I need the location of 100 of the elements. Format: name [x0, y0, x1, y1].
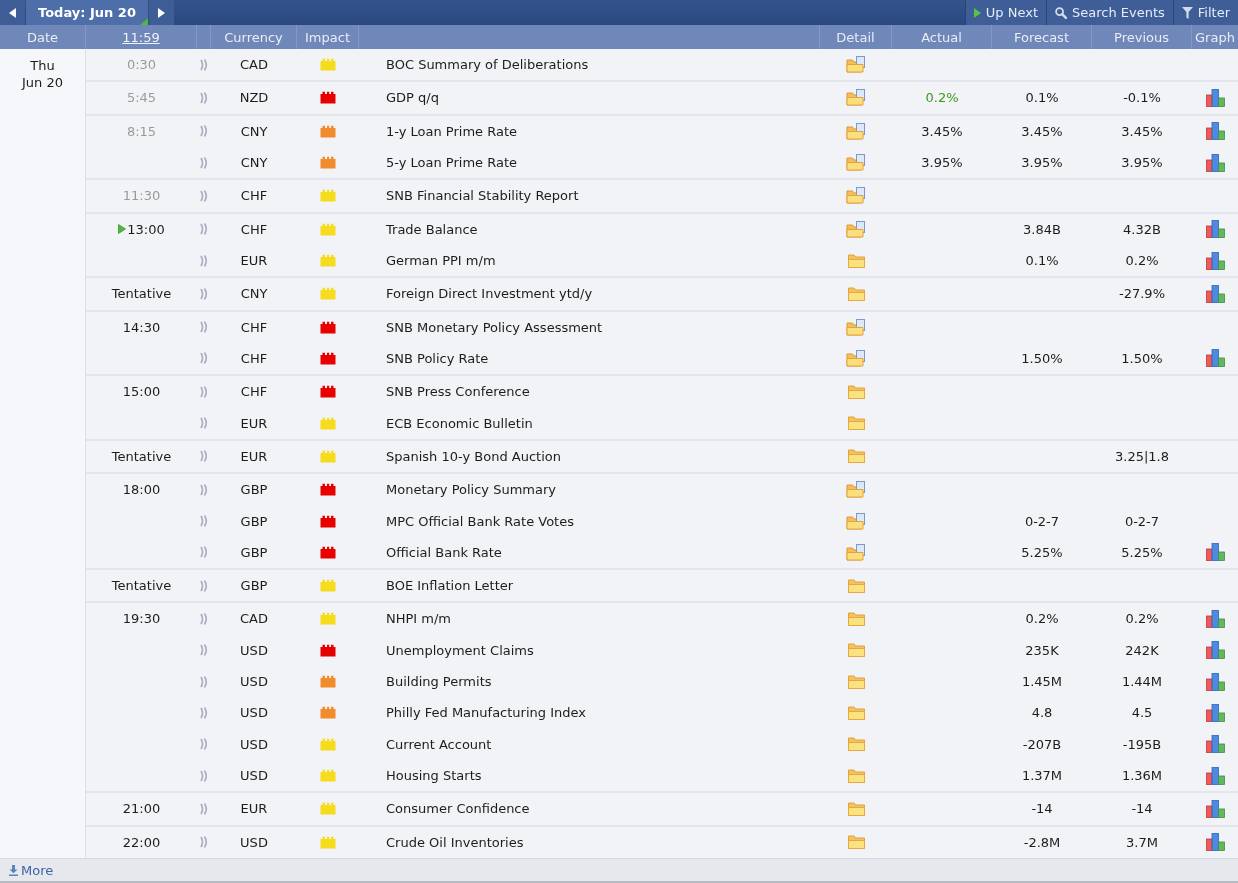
folder-with-page-icon[interactable]: [846, 220, 866, 238]
event-title: GDP q/q: [386, 90, 439, 106]
bar-chart-icon[interactable]: [1205, 641, 1225, 660]
crenellated-block-icon[interactable]: [320, 545, 336, 559]
crenellated-block-icon[interactable]: [320, 706, 336, 720]
sound-wave-icon[interactable]: [200, 91, 208, 104]
currency-code: CNY: [240, 286, 268, 302]
folder-with-page-icon[interactable]: [846, 122, 866, 140]
sound-wave-icon[interactable]: [200, 546, 208, 559]
folder-with-page-icon[interactable]: [846, 543, 866, 561]
folder-with-page-icon[interactable]: [846, 318, 866, 336]
folder-icon[interactable]: [847, 253, 865, 268]
sound-wave-icon[interactable]: [200, 579, 208, 592]
bar-chart-icon[interactable]: [1205, 833, 1225, 852]
sound-wave-icon[interactable]: [200, 836, 208, 849]
folder-icon[interactable]: [847, 674, 865, 689]
bar-chart-icon[interactable]: [1205, 799, 1225, 818]
sound-wave-icon[interactable]: [200, 515, 208, 528]
folder-icon[interactable]: [847, 578, 865, 593]
folder-icon[interactable]: [847, 416, 865, 431]
sound-wave-icon[interactable]: [200, 287, 208, 300]
bar-chart-icon[interactable]: [1205, 349, 1225, 368]
crenellated-block-icon[interactable]: [320, 124, 336, 138]
crenellated-block-icon[interactable]: [320, 91, 336, 105]
previous-day-button[interactable]: [0, 0, 25, 25]
sound-wave-icon[interactable]: [200, 450, 208, 463]
crenellated-block-icon[interactable]: [320, 156, 336, 170]
folder-icon[interactable]: [847, 643, 865, 658]
event-title: BOE Inflation Letter: [386, 578, 514, 594]
currency-code: USD: [240, 834, 268, 850]
folder-icon[interactable]: [847, 286, 865, 301]
search-events-button[interactable]: Search Events: [1046, 0, 1173, 25]
previous-value: -14: [1131, 801, 1153, 817]
currency-code: GBP: [240, 482, 268, 498]
sound-wave-icon[interactable]: [200, 189, 208, 202]
more-link[interactable]: More: [9, 862, 54, 878]
folder-with-page-icon[interactable]: [846, 154, 866, 172]
sound-wave-icon[interactable]: [200, 644, 208, 657]
sound-wave-icon[interactable]: [200, 156, 208, 169]
crenellated-block-icon[interactable]: [320, 514, 336, 528]
currency-code: EUR: [240, 415, 268, 431]
previous-value: 3.25|1.8: [1115, 448, 1169, 464]
bar-chart-icon[interactable]: [1205, 153, 1225, 172]
crenellated-block-icon[interactable]: [320, 675, 336, 689]
sound-wave-icon[interactable]: [200, 254, 208, 267]
bar-chart-icon[interactable]: [1205, 284, 1225, 303]
forecast-value: -14: [1031, 801, 1053, 817]
crenellated-block-icon[interactable]: [320, 643, 336, 657]
folder-icon[interactable]: [847, 801, 865, 816]
date-tab[interactable]: Today: Jun 20: [26, 0, 148, 25]
previous-value: 1.50%: [1121, 350, 1163, 366]
folder-with-page-icon[interactable]: [846, 56, 866, 74]
sound-wave-icon[interactable]: [200, 352, 208, 365]
bar-chart-icon[interactable]: [1205, 543, 1225, 562]
bar-chart-icon[interactable]: [1205, 122, 1225, 141]
sound-wave-icon[interactable]: [200, 612, 208, 625]
sound-wave-icon[interactable]: [200, 706, 208, 719]
sound-wave-icon[interactable]: [200, 483, 208, 496]
folder-with-page-icon[interactable]: [846, 89, 866, 107]
folder-icon[interactable]: [847, 737, 865, 752]
sound-wave-icon[interactable]: [200, 802, 208, 815]
sound-wave-icon[interactable]: [200, 385, 208, 398]
folder-icon[interactable]: [847, 449, 865, 464]
folder-icon[interactable]: [847, 384, 865, 399]
crenellated-block-icon[interactable]: [320, 483, 336, 497]
sound-wave-icon[interactable]: [200, 738, 208, 751]
folder-icon[interactable]: [847, 768, 865, 783]
filter-button[interactable]: Filter: [1172, 0, 1238, 25]
bar-chart-icon[interactable]: [1205, 766, 1225, 785]
current-time-link[interactable]: 11:59: [122, 29, 160, 45]
crenellated-block-icon[interactable]: [320, 385, 336, 399]
sound-wave-icon[interactable]: [200, 675, 208, 688]
sound-wave-icon[interactable]: [200, 58, 208, 71]
previous-value: 4.5: [1131, 705, 1153, 721]
bar-chart-icon[interactable]: [1205, 88, 1225, 107]
bar-chart-icon[interactable]: [1205, 735, 1225, 754]
crenellated-block-icon[interactable]: [320, 320, 336, 334]
folder-with-page-icon[interactable]: [846, 349, 866, 367]
up-next-button[interactable]: Up Next: [964, 0, 1046, 25]
folder-with-page-icon[interactable]: [846, 187, 866, 205]
folder-icon[interactable]: [847, 705, 865, 720]
column-header: Date: [26, 29, 59, 45]
sound-wave-icon[interactable]: [200, 223, 208, 236]
folder-with-page-icon[interactable]: [846, 512, 866, 530]
bar-chart-icon[interactable]: [1205, 703, 1225, 722]
bar-chart-icon[interactable]: [1205, 220, 1225, 239]
forecast-value: 4.8: [1031, 705, 1053, 721]
sound-wave-icon[interactable]: [200, 125, 208, 138]
folder-with-page-icon[interactable]: [846, 481, 866, 499]
crenellated-block-icon[interactable]: [320, 351, 336, 365]
bar-chart-icon[interactable]: [1205, 672, 1225, 691]
bar-chart-icon[interactable]: [1205, 251, 1225, 270]
bar-chart-icon[interactable]: [1205, 609, 1225, 628]
sound-wave-icon[interactable]: [200, 769, 208, 782]
left-triangle-icon: [9, 7, 16, 18]
sound-wave-icon[interactable]: [200, 417, 208, 430]
folder-icon[interactable]: [847, 611, 865, 626]
folder-icon[interactable]: [847, 835, 865, 850]
next-day-button[interactable]: [149, 0, 174, 25]
sound-wave-icon[interactable]: [200, 321, 208, 334]
